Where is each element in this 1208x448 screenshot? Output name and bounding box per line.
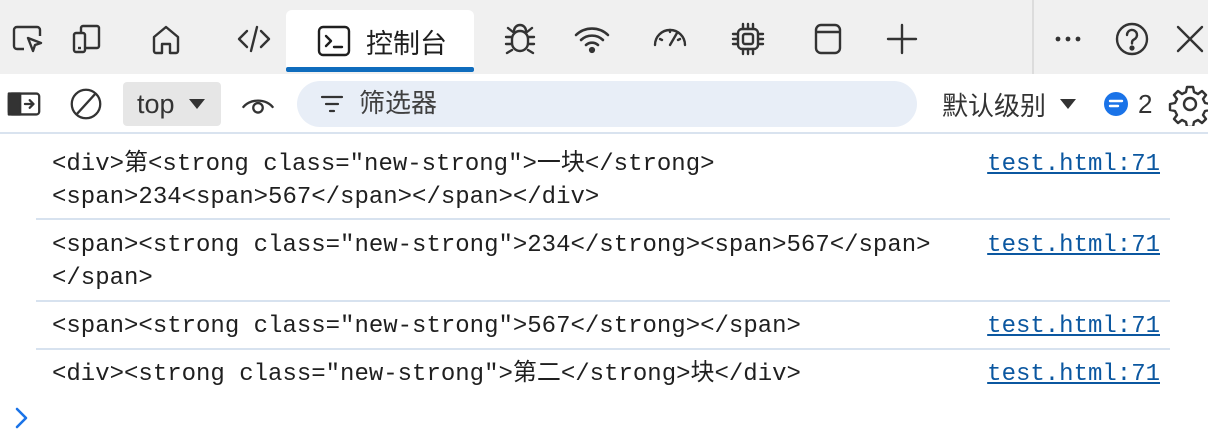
log-message-line: <div><strong class="new-strong">第二</stro… [52, 361, 801, 388]
log-source-link[interactable]: test.html:71 [987, 310, 1160, 343]
bug-icon [504, 23, 536, 55]
log-entry: <div>第<strong class="new-strong">一块</str… [36, 136, 1170, 220]
filter-input[interactable] [359, 89, 879, 119]
log-entry: <div><strong class="new-strong">第二</stro… [36, 350, 1170, 398]
tab-console[interactable]: 控制台 [286, 10, 474, 72]
chevron-down-icon [1060, 99, 1077, 109]
log-entry: <span><strong class="new-strong">234</st… [36, 220, 1170, 302]
context-label: top [137, 88, 175, 119]
inspect-element-button[interactable] [0, 10, 56, 68]
more-options-button[interactable] [1040, 10, 1096, 68]
wifi-icon [574, 27, 610, 54]
log-entry: <span><strong class="new-strong">567</st… [36, 302, 1170, 350]
inspect-icon [12, 25, 43, 53]
device-icon [72, 24, 101, 54]
close-devtools-button[interactable] [1162, 10, 1208, 68]
console-icon [317, 25, 351, 57]
log-levels-label: 默认级别 [942, 91, 1047, 122]
toggle-sidebar-button[interactable] [0, 78, 48, 130]
chevron-down-icon [188, 99, 205, 109]
chip-icon [731, 22, 765, 56]
sources-tab[interactable] [492, 10, 548, 68]
tab-console-label: 控制台 [366, 28, 447, 60]
message-count: 2 [1138, 88, 1153, 119]
code-icon [237, 25, 271, 53]
filter-field[interactable] [297, 81, 917, 127]
elements-tab[interactable] [226, 10, 282, 68]
home-icon [152, 25, 180, 55]
filter-icon [320, 95, 344, 113]
log-levels-dropdown[interactable]: 默认级别 [942, 84, 1077, 124]
live-expression-button[interactable] [234, 78, 282, 130]
performance-tab[interactable] [642, 10, 698, 68]
more-icon [1055, 36, 1081, 42]
log-source-link[interactable]: test.html:71 [987, 148, 1160, 181]
message-icon [1104, 92, 1128, 116]
log-message-line: <div>第<strong class="new-strong">一块</str… [52, 151, 715, 178]
log-message-line: <span>234<span>567</span></span></div> [52, 184, 600, 211]
sidebar-icon [7, 92, 41, 116]
clear-console-button[interactable] [62, 78, 110, 130]
issues-counter[interactable]: 2 [1102, 84, 1152, 124]
console-log: <div>第<strong class="new-strong">一块</str… [0, 136, 1208, 398]
active-tab-indicator [286, 67, 474, 72]
help-button[interactable] [1104, 10, 1160, 68]
log-source-link[interactable]: test.html:71 [987, 229, 1160, 262]
log-message-line: <span><strong class="new-strong">234</st… [52, 232, 931, 259]
memory-tab[interactable] [720, 10, 776, 68]
help-icon [1115, 22, 1149, 56]
devtools-tab-strip: 控制台 [0, 0, 1208, 74]
tab-strip-divider [1032, 0, 1034, 74]
console-prompt-chevron-icon[interactable] [10, 400, 34, 436]
eye-icon [241, 99, 275, 114]
clear-icon [70, 88, 102, 120]
welcome-tab[interactable] [138, 10, 194, 68]
log-message-line: <span><strong class="new-strong">567</st… [52, 313, 801, 340]
plus-icon [886, 23, 918, 55]
log-message-line: </span> [52, 265, 153, 292]
close-icon [1176, 25, 1204, 53]
network-tab[interactable] [564, 10, 620, 68]
more-tools-button[interactable] [874, 10, 930, 68]
context-selector[interactable]: top [123, 82, 221, 126]
gauge-icon [653, 28, 687, 47]
settings-gear-icon[interactable] [1168, 82, 1208, 126]
window-icon [814, 23, 842, 55]
log-source-link[interactable]: test.html:71 [987, 358, 1160, 391]
device-emulation-button[interactable] [58, 10, 114, 68]
application-tab[interactable] [800, 10, 856, 68]
console-toolbar: top 默认级别 2 [0, 74, 1208, 134]
